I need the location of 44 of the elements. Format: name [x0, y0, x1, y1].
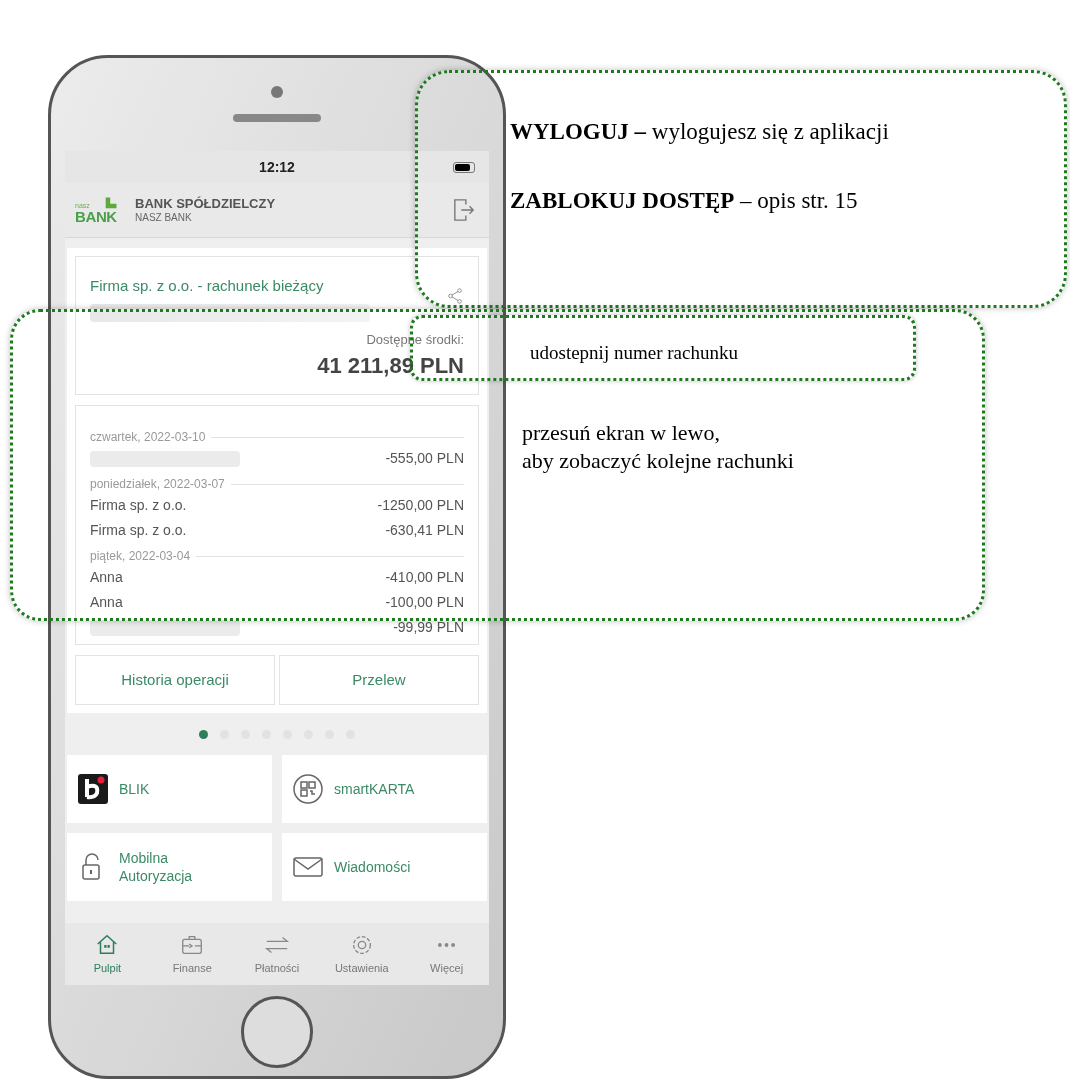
tab-bar-item[interactable]: Płatności: [234, 931, 320, 977]
transaction-date: poniedziałek, 2022-03-07: [90, 476, 225, 493]
action-button[interactable]: Przelew: [279, 655, 479, 705]
callout-text: WYLOGUJ – wylogujesz się z aplikacji: [510, 118, 889, 146]
account-name: Firma sp. z o.o. - rachunek bieżący: [90, 276, 324, 296]
callout-text: udostepnij numer rachunku: [530, 341, 738, 365]
transaction-amount: -100,00 PLN: [385, 593, 464, 612]
transaction-amount: -99,99 PLN: [393, 618, 464, 637]
tab-bar-item[interactable]: Pulpit: [65, 931, 150, 977]
balance-label: Dostępne środki:: [366, 330, 464, 349]
camera-icon: [271, 86, 283, 98]
tile-button[interactable]: Mobilna Autoryzacja: [67, 833, 272, 901]
balance-amount: 41 211,89 PLN: [317, 352, 464, 380]
callout-text: przesuń ekran w lewo,: [522, 419, 721, 447]
tab-bar-item[interactable]: Więcej: [404, 931, 489, 977]
tile-button[interactable]: BLIK: [67, 755, 272, 823]
bank-name: BANK SPÓŁDZIELCZY: [135, 195, 277, 212]
qr-code-icon: [292, 773, 324, 805]
logout-icon[interactable]: [453, 197, 475, 223]
transaction-amount: -555,00 PLN: [385, 449, 464, 468]
blik-logo-icon: [77, 773, 109, 805]
tile-button[interactable]: smartKARTA: [282, 755, 487, 823]
status-time: 12:12: [259, 157, 295, 177]
more-icon: [438, 942, 456, 947]
transaction-date: piątek, 2022-03-04: [90, 548, 191, 565]
transaction-amount: -410,00 PLN: [385, 568, 464, 587]
callout-text: aby zobaczyć kolejne rachunki: [522, 447, 794, 475]
tab-bar-item[interactable]: Ustawienia: [319, 931, 405, 977]
battery-icon: [453, 162, 475, 173]
transaction-payee: Firma sp. z o.o.: [90, 521, 187, 540]
transaction-date: czwartek, 2022-03-10: [90, 429, 206, 446]
bank-subname: NASZ BANK: [135, 211, 193, 225]
callout-text: ZABLOKUJ DOSTĘP – opis str. 15: [510, 186, 859, 215]
tile-button[interactable]: Wiadomości: [282, 833, 487, 901]
transaction-payee: Anna: [90, 568, 123, 587]
speaker-icon: [233, 114, 321, 122]
transaction-amount: -630,41 PLN: [385, 521, 464, 540]
transaction-payee: Firma sp. z o.o.: [90, 496, 187, 515]
action-button[interactable]: Historia operacji: [75, 655, 275, 705]
share-icon[interactable]: [446, 287, 464, 305]
transaction-amount: -1250,00 PLN: [377, 496, 464, 515]
logo-text: BANK: [75, 209, 117, 224]
transaction-payee: Anna: [90, 593, 123, 612]
tab-bar-item[interactable]: Finanse: [149, 931, 235, 977]
